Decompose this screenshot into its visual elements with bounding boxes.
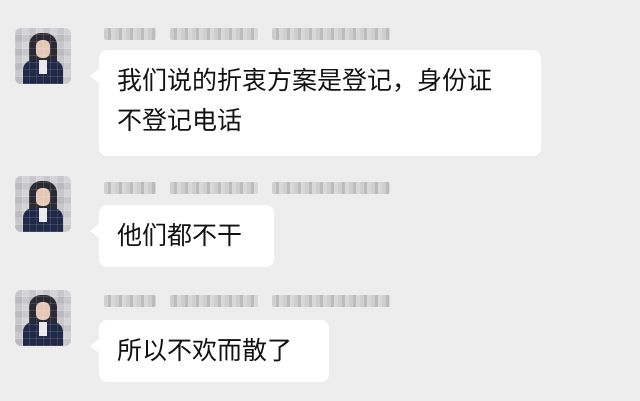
message-bubble[interactable]: 他们都不干 bbox=[90, 205, 274, 267]
message-bubble[interactable]: 我们说的折衷方案是登记，身份证 不登记电话 bbox=[90, 50, 541, 156]
message-text-line: 所以不欢而散了 bbox=[117, 336, 293, 365]
sender-info-blurred bbox=[104, 26, 390, 42]
sender-info-blurred bbox=[104, 180, 390, 196]
user-avatar-icon[interactable] bbox=[15, 176, 71, 232]
chat-view: 我们说的折衷方案是登记，身份证 不登记电话 他们都不干 所以不欢而散了 bbox=[0, 0, 640, 401]
message-text-line: 我们说的折衷方案是登记，身份证 bbox=[117, 66, 493, 95]
sender-info-blurred bbox=[104, 293, 390, 309]
user-avatar-icon[interactable] bbox=[15, 28, 71, 84]
message-bubble[interactable]: 所以不欢而散了 bbox=[90, 320, 329, 382]
message-text-line: 不登记电话 bbox=[117, 106, 243, 135]
user-avatar-icon[interactable] bbox=[15, 290, 71, 346]
message-text-line: 他们都不干 bbox=[117, 221, 243, 250]
